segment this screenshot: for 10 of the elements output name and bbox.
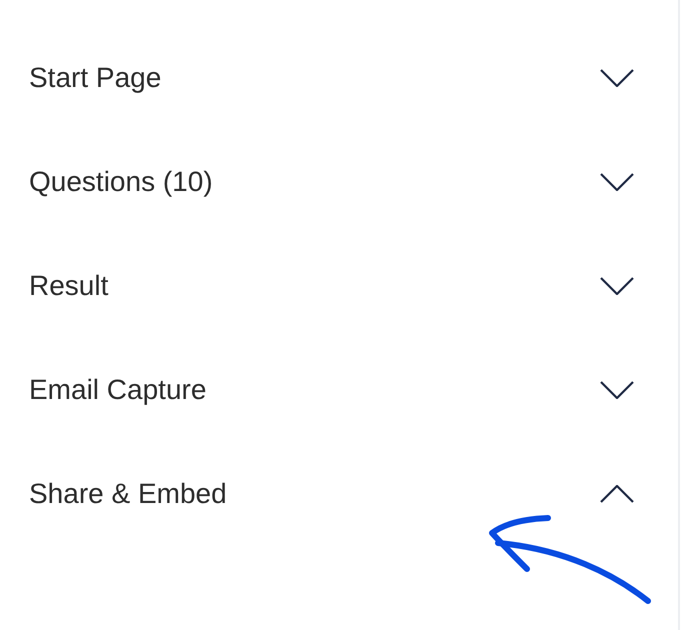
- accordion-header[interactable]: Start Page: [0, 26, 678, 130]
- chevron-down-icon: [600, 69, 634, 87]
- chevron-up-icon: [600, 485, 634, 503]
- accordion-header[interactable]: Result: [0, 234, 678, 338]
- chevron-down-icon: [600, 173, 634, 191]
- chevron-down-icon: [600, 277, 634, 295]
- accordion-header[interactable]: Share & Embed: [0, 442, 678, 546]
- chevron-down-icon: [600, 381, 634, 399]
- accordion-header[interactable]: Email Capture: [0, 338, 678, 442]
- accordion-header[interactable]: Questions (10): [0, 130, 678, 234]
